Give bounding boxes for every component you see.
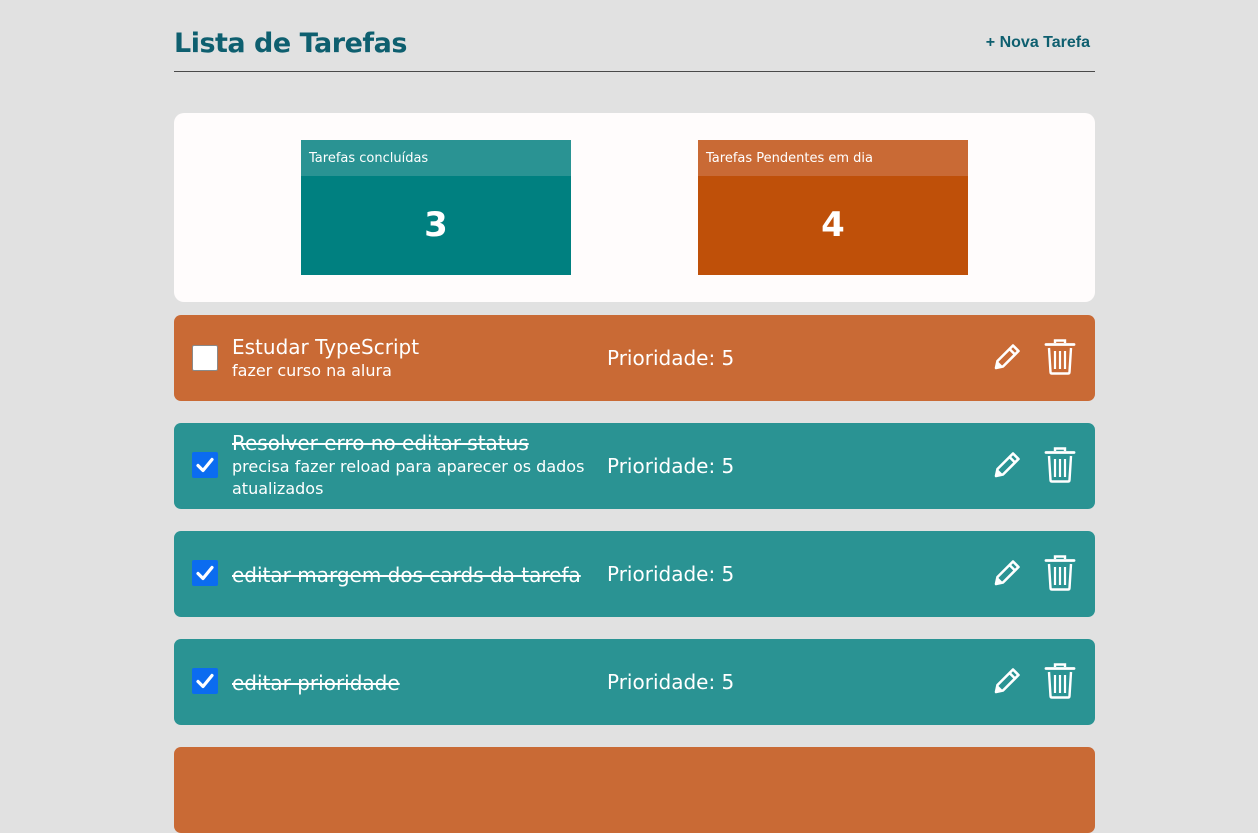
checkmark-icon xyxy=(196,565,214,581)
app-container: Lista de Tarefas + Nova Tarefa Tarefas c… xyxy=(174,0,1095,833)
trash-icon[interactable] xyxy=(1044,555,1076,591)
task-priority: Prioridade: 5 xyxy=(607,562,735,586)
task-text: Resolver erro no editar status precisa f… xyxy=(232,430,597,500)
task-priority: Prioridade: 5 xyxy=(607,454,735,478)
task-title: editar margem dos cards da tarefa xyxy=(232,563,581,587)
page-title: Lista de Tarefas xyxy=(174,28,407,59)
pencil-icon[interactable] xyxy=(992,556,1024,588)
task-checkbox[interactable] xyxy=(192,560,218,586)
task-description: precisa fazer reload para aparecer os da… xyxy=(232,457,585,498)
task-card: Estudar TypeScript fazer curso na alura … xyxy=(174,315,1095,401)
task-title: Estudar TypeScript xyxy=(232,335,420,359)
task-card: Resolver erro no editar status precisa f… xyxy=(174,423,1095,509)
completed-tasks-count: 3 xyxy=(301,176,571,275)
task-text: editar margem dos cards da tarefa xyxy=(232,562,597,588)
checkmark-icon xyxy=(196,457,214,473)
pending-tasks-card: Tarefas Pendentes em dia 4 xyxy=(698,140,968,275)
page-header: Lista de Tarefas + Nova Tarefa xyxy=(174,0,1095,72)
new-task-button[interactable]: + Nova Tarefa xyxy=(986,34,1090,52)
task-text: editar prioridade xyxy=(232,670,597,696)
pending-tasks-label: Tarefas Pendentes em dia xyxy=(698,140,968,176)
summary-panel: Tarefas concluídas 3 Tarefas Pendentes e… xyxy=(174,113,1095,302)
pending-tasks-count: 4 xyxy=(698,176,968,275)
task-checkbox[interactable] xyxy=(192,345,218,371)
pencil-icon[interactable] xyxy=(992,340,1024,372)
task-card xyxy=(174,747,1095,833)
task-priority: Prioridade: 5 xyxy=(607,346,735,370)
trash-icon[interactable] xyxy=(1044,447,1076,483)
task-title: editar prioridade xyxy=(232,671,400,695)
task-text: Estudar TypeScript fazer curso na alura xyxy=(232,334,597,382)
completed-tasks-label: Tarefas concluídas xyxy=(301,140,571,176)
task-priority: Prioridade: 5 xyxy=(607,670,735,694)
task-checkbox[interactable] xyxy=(192,668,218,694)
task-card: editar prioridade Prioridade: 5 xyxy=(174,639,1095,725)
task-title: Resolver erro no editar status xyxy=(232,431,529,455)
pencil-icon[interactable] xyxy=(992,664,1024,696)
checkmark-icon xyxy=(196,673,214,689)
completed-tasks-card: Tarefas concluídas 3 xyxy=(301,140,571,275)
task-checkbox[interactable] xyxy=(192,452,218,478)
trash-icon[interactable] xyxy=(1044,339,1076,375)
task-card: editar margem dos cards da tarefa Priori… xyxy=(174,531,1095,617)
task-description: fazer curso na alura xyxy=(232,361,392,380)
trash-icon[interactable] xyxy=(1044,663,1076,699)
pencil-icon[interactable] xyxy=(992,448,1024,480)
